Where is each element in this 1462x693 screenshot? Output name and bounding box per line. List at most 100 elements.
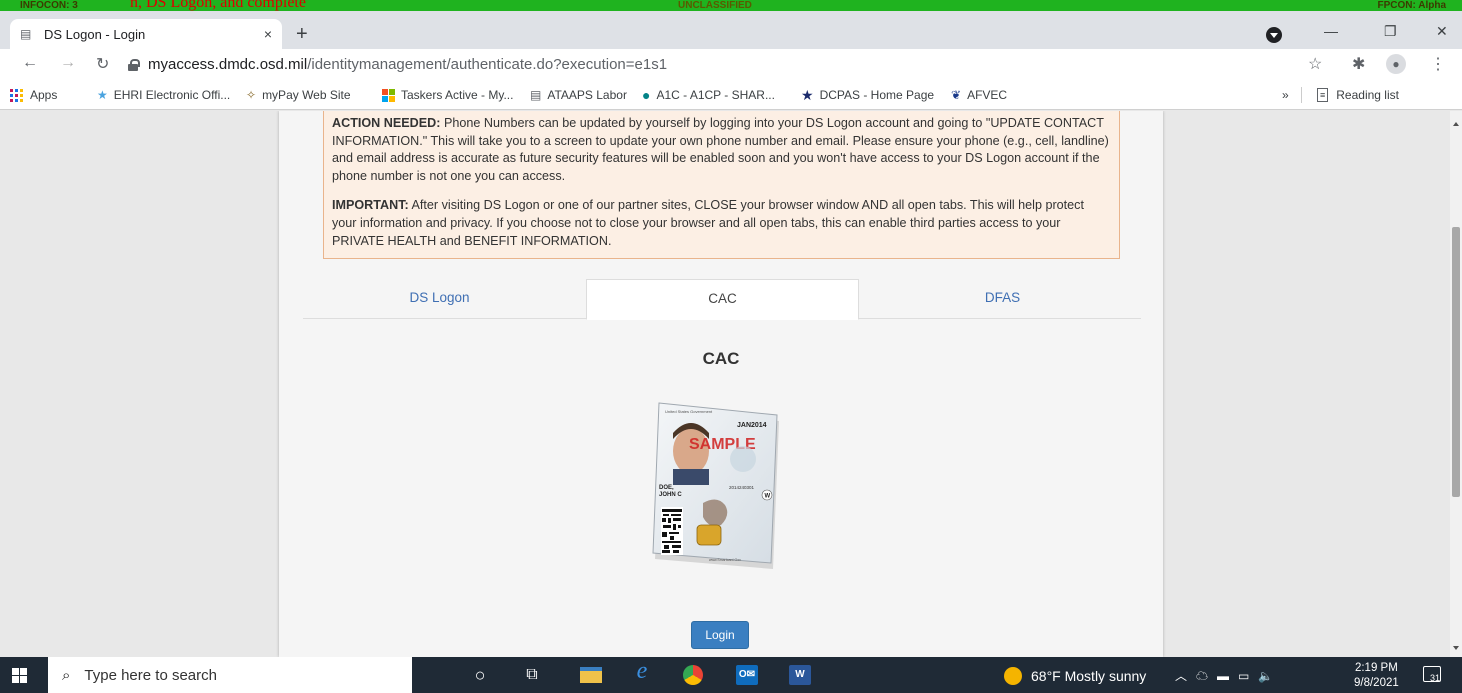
url-host: myaccess.dmdc.osd.mil <box>148 56 308 73</box>
menu-kebab-icon[interactable]: ⋮ <box>1430 54 1446 74</box>
page-viewport: ACTION NEEDED: Phone Numbers can be upda… <box>0 111 1450 657</box>
bookmark-label: AFVEC <box>967 88 1008 102</box>
close-tab-icon[interactable]: × <box>264 26 272 42</box>
url-path: /identitymanagement/authenticate.do?exec… <box>307 56 668 73</box>
bookmark-a1c[interactable]: ● A1C - A1CP - SHAR... <box>642 88 775 102</box>
notification-count: 31 <box>1429 673 1440 683</box>
cortana-circle-icon[interactable]: ○ <box>470 665 490 685</box>
bookmark-label: ATAAPS Labor <box>547 88 627 102</box>
taskbar-clock[interactable]: 2:19 PM 9/8/2021 <box>1354 661 1399 691</box>
restore-button[interactable]: ❐ <box>1384 23 1397 40</box>
important-paragraph: IMPORTANT: After visiting DS Logon or on… <box>332 197 1111 250</box>
address-bar[interactable]: myaccess.dmdc.osd.mil/identitymanagement… <box>128 51 1332 78</box>
sharepoint-icon: ● <box>642 87 651 103</box>
chrome-icon[interactable] <box>683 665 703 685</box>
scroll-down-arrow-icon[interactable] <box>1453 646 1459 650</box>
outlook-icon[interactable]: O✉ <box>736 665 758 685</box>
action-needed-text: Phone Numbers can be updated by yourself… <box>332 116 1109 183</box>
clock-date: 9/8/2021 <box>1354 677 1399 689</box>
reading-list-icon: ≡ <box>1317 88 1329 102</box>
bookmark-label: Taskers Active - My... <box>401 88 514 102</box>
word-icon[interactable]: W <box>789 665 811 685</box>
scrollbar-thumb[interactable] <box>1452 227 1460 497</box>
tab-dfas[interactable]: DFAS <box>866 279 1139 319</box>
reading-list-label: Reading list <box>1336 88 1399 102</box>
close-window-button[interactable]: ✕ <box>1436 23 1448 40</box>
microsoft-icon <box>382 88 395 102</box>
page-icon: ▤ <box>530 88 542 102</box>
login-button[interactable]: Login <box>691 621 749 649</box>
important-text: After visiting DS Logon or one of our pa… <box>332 198 1084 248</box>
scroll-up-arrow-icon[interactable] <box>1453 122 1459 126</box>
bookmark-ataaps[interactable]: ▤ ATAAPS Labor <box>530 88 627 102</box>
card-name-line1: DOE, <box>659 485 674 491</box>
mypay-icon: ✧ <box>246 88 257 102</box>
bookmark-ehri[interactable]: ★ EHRI Electronic Offi... <box>97 88 230 102</box>
task-view-icon[interactable]: ⧉ <box>522 665 542 685</box>
taskbar-search-placeholder: Type here to search <box>84 666 217 684</box>
browser-tab-strip: ▤ DS Logon - Login × + — ❐ ✕ <box>0 11 1462 49</box>
browser-toolbar: ← → ↻ myaccess.dmdc.osd.mil/identitymana… <box>0 49 1462 80</box>
bookmark-label: Apps <box>30 88 58 102</box>
notification-icon[interactable]: 31 <box>1423 666 1441 683</box>
section-heading: CAC <box>702 349 740 368</box>
action-needed-paragraph: ACTION NEEDED: Phone Numbers can be upda… <box>332 115 1111 185</box>
clock-time: 2:19 PM <box>1354 662 1398 674</box>
bookmark-mypay[interactable]: ✧ myPay Web Site <box>246 88 351 102</box>
bookmark-apps[interactable]: Apps <box>10 88 57 102</box>
page-scrollbar[interactable] <box>1450 111 1462 657</box>
weather-sun-icon <box>1004 667 1022 685</box>
star-icon: ★ <box>97 88 108 102</box>
important-label: IMPORTANT: <box>332 198 409 213</box>
search-icon: ⌕ <box>62 666 71 684</box>
afvec-wings-icon: ❦ <box>951 88 962 102</box>
bookmarks-overflow-button[interactable]: » <box>1282 88 1289 102</box>
bookmark-label: EHRI Electronic Offi... <box>113 88 231 102</box>
page-icon: ▤ <box>20 27 32 41</box>
bookmarks-divider <box>1301 87 1302 103</box>
forward-arrow-icon[interactable]: → <box>60 54 76 72</box>
minimize-button[interactable]: — <box>1324 23 1338 39</box>
windows-start-icon[interactable] <box>12 668 27 683</box>
dcpas-star-icon: ★ <box>801 87 814 103</box>
bookmark-dcpas[interactable]: ★ DCPAS - Home Page <box>801 88 934 102</box>
bookmark-star-icon[interactable]: ☆ <box>1308 54 1322 74</box>
browser-tab-title: DS Logon - Login <box>44 26 146 42</box>
reading-list-button[interactable]: ≡ Reading list <box>1317 88 1399 102</box>
weather-widget[interactable]: 68°F Mostly sunny <box>1004 667 1146 685</box>
profile-avatar-icon[interactable]: ● <box>1386 54 1406 74</box>
login-panel: ACTION NEEDED: Phone Numbers can be upda… <box>279 111 1163 657</box>
card-date: JAN2014 <box>737 422 767 429</box>
tab-cac[interactable]: CAC <box>586 279 859 320</box>
bookmarks-bar: Apps ★ EHRI Electronic Offi... ✧ myPay W… <box>0 80 1462 110</box>
cac-sample-card-image: United States Government JAN2014 SAMPLE … <box>652 402 779 569</box>
browser-tab[interactable]: ▤ DS Logon - Login × <box>10 19 282 49</box>
new-tab-button[interactable]: + <box>296 24 308 44</box>
extensions-puzzle-icon[interactable]: ✱ <box>1352 54 1365 74</box>
taskbar-search-box[interactable]: ⌕ Type here to search <box>48 657 412 693</box>
action-needed-label: ACTION NEEDED: <box>332 116 441 130</box>
bookmark-label: DCPAS - Home Page <box>819 88 935 102</box>
internet-explorer-icon[interactable]: e <box>630 659 654 683</box>
system-tray-icons[interactable]: ︿☁▬▭🔈 <box>1175 667 1282 684</box>
tab-search-icon[interactable] <box>1266 27 1282 43</box>
infocon-label: INFOCON: 3 <box>20 0 78 11</box>
overlay-red-text: n, DS Logon, and complete <box>130 0 306 11</box>
card-rank-badge: W <box>765 494 771 500</box>
file-explorer-icon[interactable] <box>580 667 602 683</box>
back-arrow-icon[interactable]: ← <box>22 54 38 72</box>
windows-taskbar: ⌕ Type here to search ○ ⧉ e O✉ W 68°F Mo… <box>0 657 1462 693</box>
tab-ds-logon[interactable]: DS Logon <box>303 279 576 319</box>
bookmark-taskers[interactable]: Taskers Active - My... <box>382 88 513 102</box>
reload-icon[interactable]: ↻ <box>96 54 109 74</box>
bookmark-label: myPay Web Site <box>262 88 351 102</box>
card-footer-text: www.Smartcard.Gov <box>709 558 741 562</box>
fpcon-label: FPCON: Alpha <box>1377 0 1446 11</box>
login-method-tabs: DS Logon CAC DFAS <box>303 279 1141 320</box>
classification-label: UNCLASSIFIED <box>678 0 752 11</box>
lock-icon[interactable] <box>128 58 140 71</box>
card-number: 2014240301 <box>729 485 755 490</box>
bookmark-label: A1C - A1CP - SHAR... <box>656 88 775 102</box>
bookmark-afvec[interactable]: ❦ AFVEC <box>951 88 1007 102</box>
weather-text: 68°F Mostly sunny <box>1031 668 1147 684</box>
